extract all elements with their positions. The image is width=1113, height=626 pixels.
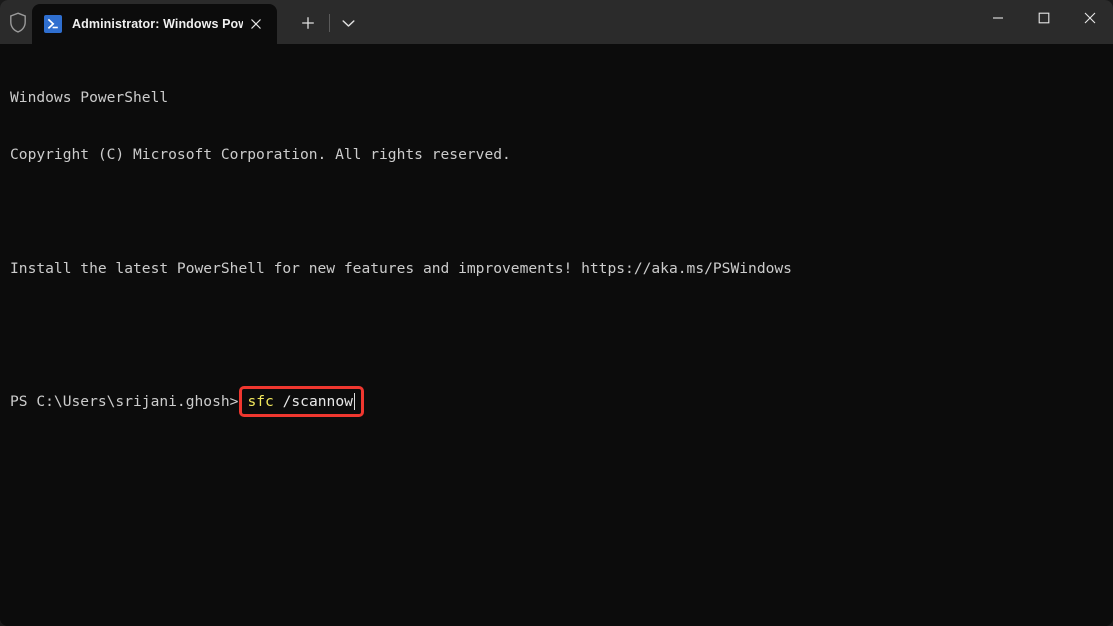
tab-dropdown-button[interactable] xyxy=(333,6,363,40)
tab-strip: Administrator: Windows Powe xyxy=(32,0,975,44)
highlighted-command-box[interactable]: sfc /scannow xyxy=(239,385,365,417)
terminal-output-area[interactable]: Windows PowerShell Copyright (C) Microso… xyxy=(0,44,1113,626)
window-controls xyxy=(975,0,1113,44)
minimize-button[interactable] xyxy=(975,0,1021,36)
command-prompt-line: PS C:\Users\srijani.ghosh> sfc /scannow xyxy=(10,385,1113,417)
toolbar-divider xyxy=(329,14,330,32)
shield-icon xyxy=(4,0,32,44)
maximize-button[interactable] xyxy=(1021,0,1067,36)
terminal-line: Windows PowerShell xyxy=(10,89,169,106)
title-bar: Administrator: Windows Powe xyxy=(0,0,1113,44)
new-tab-button[interactable] xyxy=(291,6,325,40)
command-arguments: /scannow xyxy=(273,392,353,410)
text-cursor xyxy=(353,392,356,410)
tab-close-icon[interactable] xyxy=(243,11,269,37)
tab-title: Administrator: Windows Powe xyxy=(72,17,243,31)
powershell-icon xyxy=(44,15,62,33)
chevron-down-icon xyxy=(341,19,355,27)
terminal-window: Administrator: Windows Powe Windows Powe… xyxy=(0,0,1113,626)
terminal-line: Copyright (C) Microsoft Corporation. All… xyxy=(10,146,511,163)
terminal-line-install-notice: Install the latest PowerShell for new fe… xyxy=(10,260,792,277)
tab-administrator-windows-powershell[interactable]: Administrator: Windows Powe xyxy=(32,4,277,44)
close-button[interactable] xyxy=(1067,0,1113,36)
prompt-path: PS C:\Users\srijani.ghosh> xyxy=(10,393,239,410)
command-name: sfc xyxy=(247,392,274,410)
